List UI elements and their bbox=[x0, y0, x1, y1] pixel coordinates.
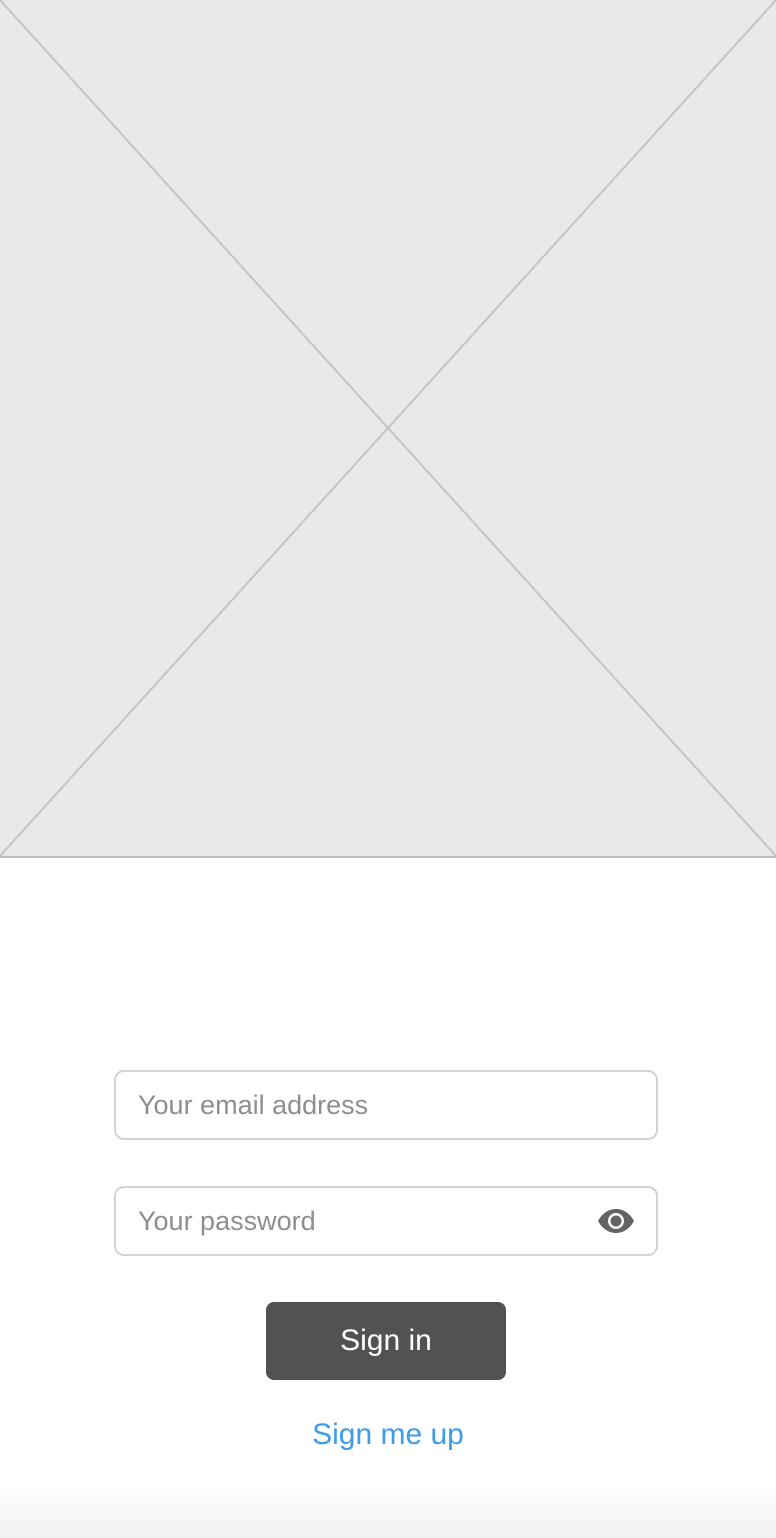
hero-image-placeholder bbox=[0, 0, 776, 858]
login-screen: Sign in Sign me up bbox=[0, 0, 776, 1538]
sign-up-link[interactable]: Sign me up bbox=[0, 1418, 776, 1452]
email-field-container bbox=[114, 1070, 658, 1140]
sign-in-button[interactable]: Sign in bbox=[266, 1302, 506, 1380]
eye-icon bbox=[598, 1209, 634, 1233]
password-field-container bbox=[114, 1186, 658, 1256]
image-placeholder-icon bbox=[0, 0, 776, 856]
show-password-toggle[interactable] bbox=[594, 1199, 638, 1243]
password-field[interactable] bbox=[116, 1188, 594, 1254]
bottom-fade bbox=[0, 1488, 776, 1538]
email-field[interactable] bbox=[116, 1072, 656, 1138]
